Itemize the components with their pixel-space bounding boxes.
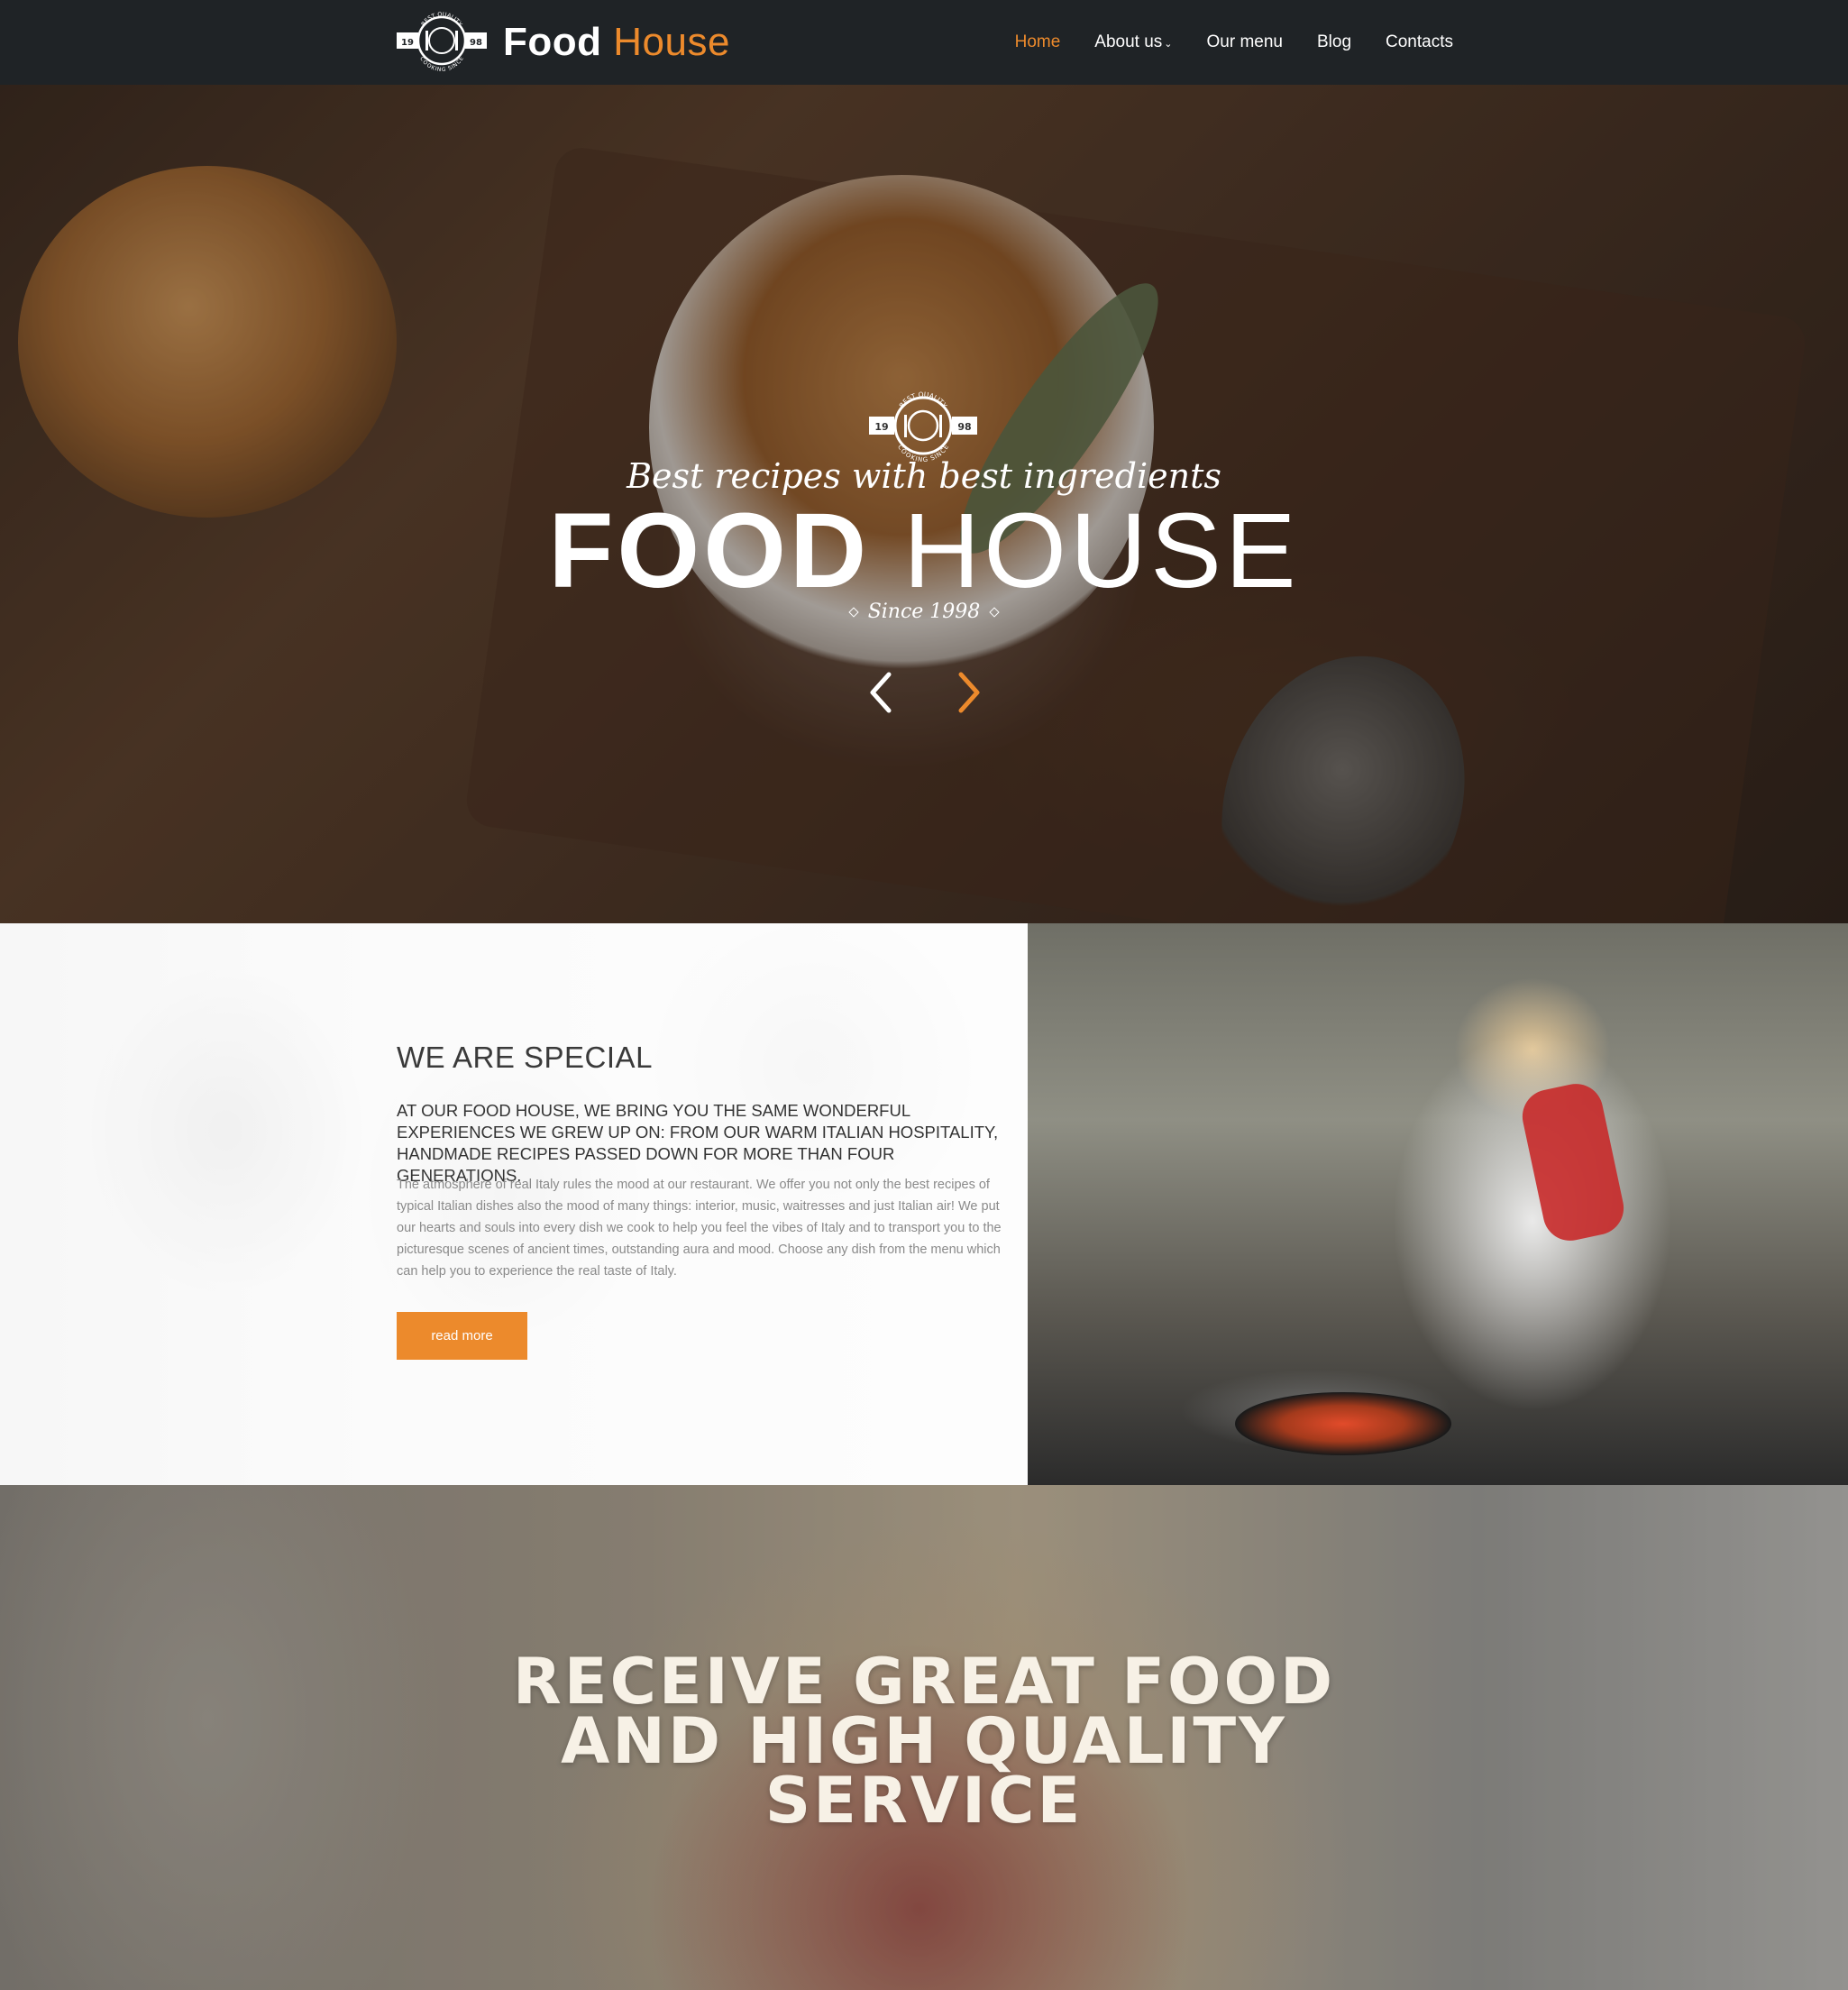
svg-text:98: 98 [470,38,482,48]
menu-item-label: About us [1094,32,1163,51]
hero-since-text: Since 1998 [867,601,981,623]
chef-photo [1028,923,1848,1485]
slider-prev-button[interactable] [864,667,900,718]
top-navbar: 19 98 BEST QUALITY COOKING SINCE Food Ho… [0,0,1848,85]
menu-item-label: Our menu [1206,32,1283,51]
brand-name-light: House [613,20,730,64]
promo-section: RECEIVE GREAT FOOD AND HIGH QUALITY SERV… [0,1485,1848,1990]
svg-text:19: 19 [874,421,888,433]
chevron-left-icon [870,672,892,713]
hero-title-bold: FOOD [548,491,871,610]
logo-badge-icon: 19 98 BEST QUALITY COOKING SINCE [395,9,489,76]
hero-title-light: HOUSE [903,491,1300,610]
read-more-button[interactable]: read more [397,1312,527,1360]
section-title: WE ARE SPECIAL [397,1041,653,1074]
promo-line: RECEIVE GREAT FOOD [512,1645,1336,1719]
hero-emblem-icon: 19 98 BEST QUALITY COOKING SINCE [867,388,979,467]
svg-text:19: 19 [401,38,414,48]
menu-item-label: Home [1014,32,1061,51]
special-section: WE ARE SPECIAL AT OUR FOOD HOUSE, WE BRI… [0,923,1028,1485]
slider-next-button[interactable] [950,667,986,718]
chevron-right-icon [958,672,980,713]
promo-headline: RECEIVE GREAT FOOD AND HIGH QUALITY SERV… [0,1645,1848,1838]
section-body: The atmosphere of real Italy rules the m… [397,1178,1002,1279]
menu-item-blog[interactable]: Blog [1317,32,1351,52]
menu-item-label: Contacts [1386,32,1453,51]
menu-item-contacts[interactable]: Contacts [1386,32,1453,52]
diamond-icon [848,607,859,618]
svg-text:98: 98 [957,421,971,433]
hero-tagline: Best recipes with best ingredients [627,456,1221,496]
svg-text:BEST QUALITY: BEST QUALITY [898,390,949,409]
brand-logo[interactable]: 19 98 BEST QUALITY COOKING SINCE Food Ho… [395,9,730,76]
promo-line: AND HIGH QUALITY [561,1704,1287,1778]
main-menu: Home About us ⌄ Our menu Blog Contacts [981,0,1453,85]
chef-photo-scarf [1517,1078,1629,1246]
chef-photo-pan [1235,1392,1451,1455]
menu-item-home[interactable]: Home [1015,32,1061,52]
brand-name: Food House [503,20,730,65]
diamond-icon [989,607,1000,618]
menu-item-our-menu[interactable]: Our menu [1207,32,1283,52]
promo-line: SERVICE [764,1764,1084,1838]
brand-name-bold: Food [503,20,602,64]
menu-item-label: Blog [1316,32,1352,51]
chevron-down-icon: ⌄ [1164,38,1173,50]
hero-title: FOOD HOUSE [0,498,1848,604]
hero-since: Since 1998 [0,601,1848,623]
menu-item-about-us[interactable]: About us ⌄ [1094,32,1172,52]
